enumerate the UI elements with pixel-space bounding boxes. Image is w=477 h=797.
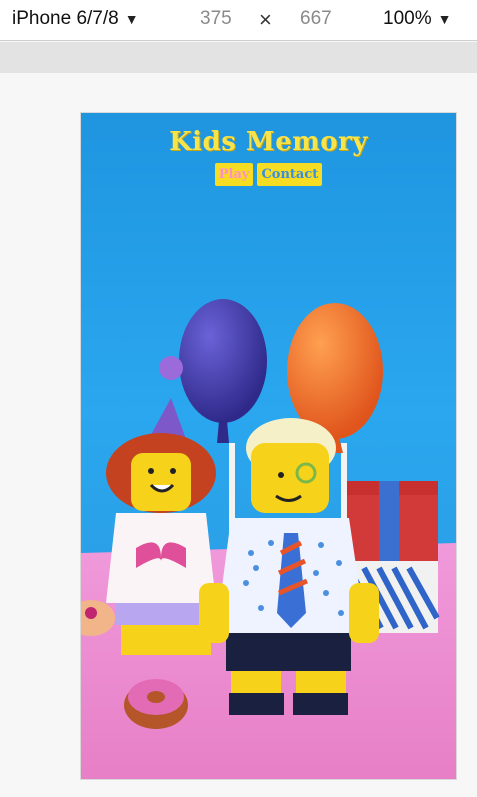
- device-toolbar: iPhone 6/7/8 ▼ 375 × 667 100% ▼: [0, 0, 477, 41]
- dropdown-arrow-icon: ▼: [437, 11, 452, 27]
- nav-play-link[interactable]: Play: [214, 163, 254, 186]
- viewport-width-input[interactable]: 375: [200, 8, 232, 30]
- viewport-height-input[interactable]: 667: [300, 8, 332, 30]
- emulated-viewport: Kids Memory Play Contact: [80, 112, 457, 780]
- site-header: Kids Memory Play Contact: [81, 127, 456, 186]
- main-nav: Play Contact: [81, 163, 456, 186]
- device-selector[interactable]: iPhone 6/7/8 ▼: [12, 8, 139, 30]
- nav-contact-link[interactable]: Contact: [257, 163, 323, 186]
- media-query-bar: [0, 42, 477, 73]
- times-icon: ×: [259, 7, 272, 32]
- dropdown-arrow-icon: ▼: [124, 11, 139, 27]
- zoom-level: 100%: [383, 8, 432, 29]
- zoom-selector[interactable]: 100% ▼: [383, 8, 451, 30]
- lego-party-hero-image: [81, 299, 456, 779]
- site-title: Kids Memory: [169, 127, 368, 157]
- device-name: iPhone 6/7/8: [12, 8, 119, 29]
